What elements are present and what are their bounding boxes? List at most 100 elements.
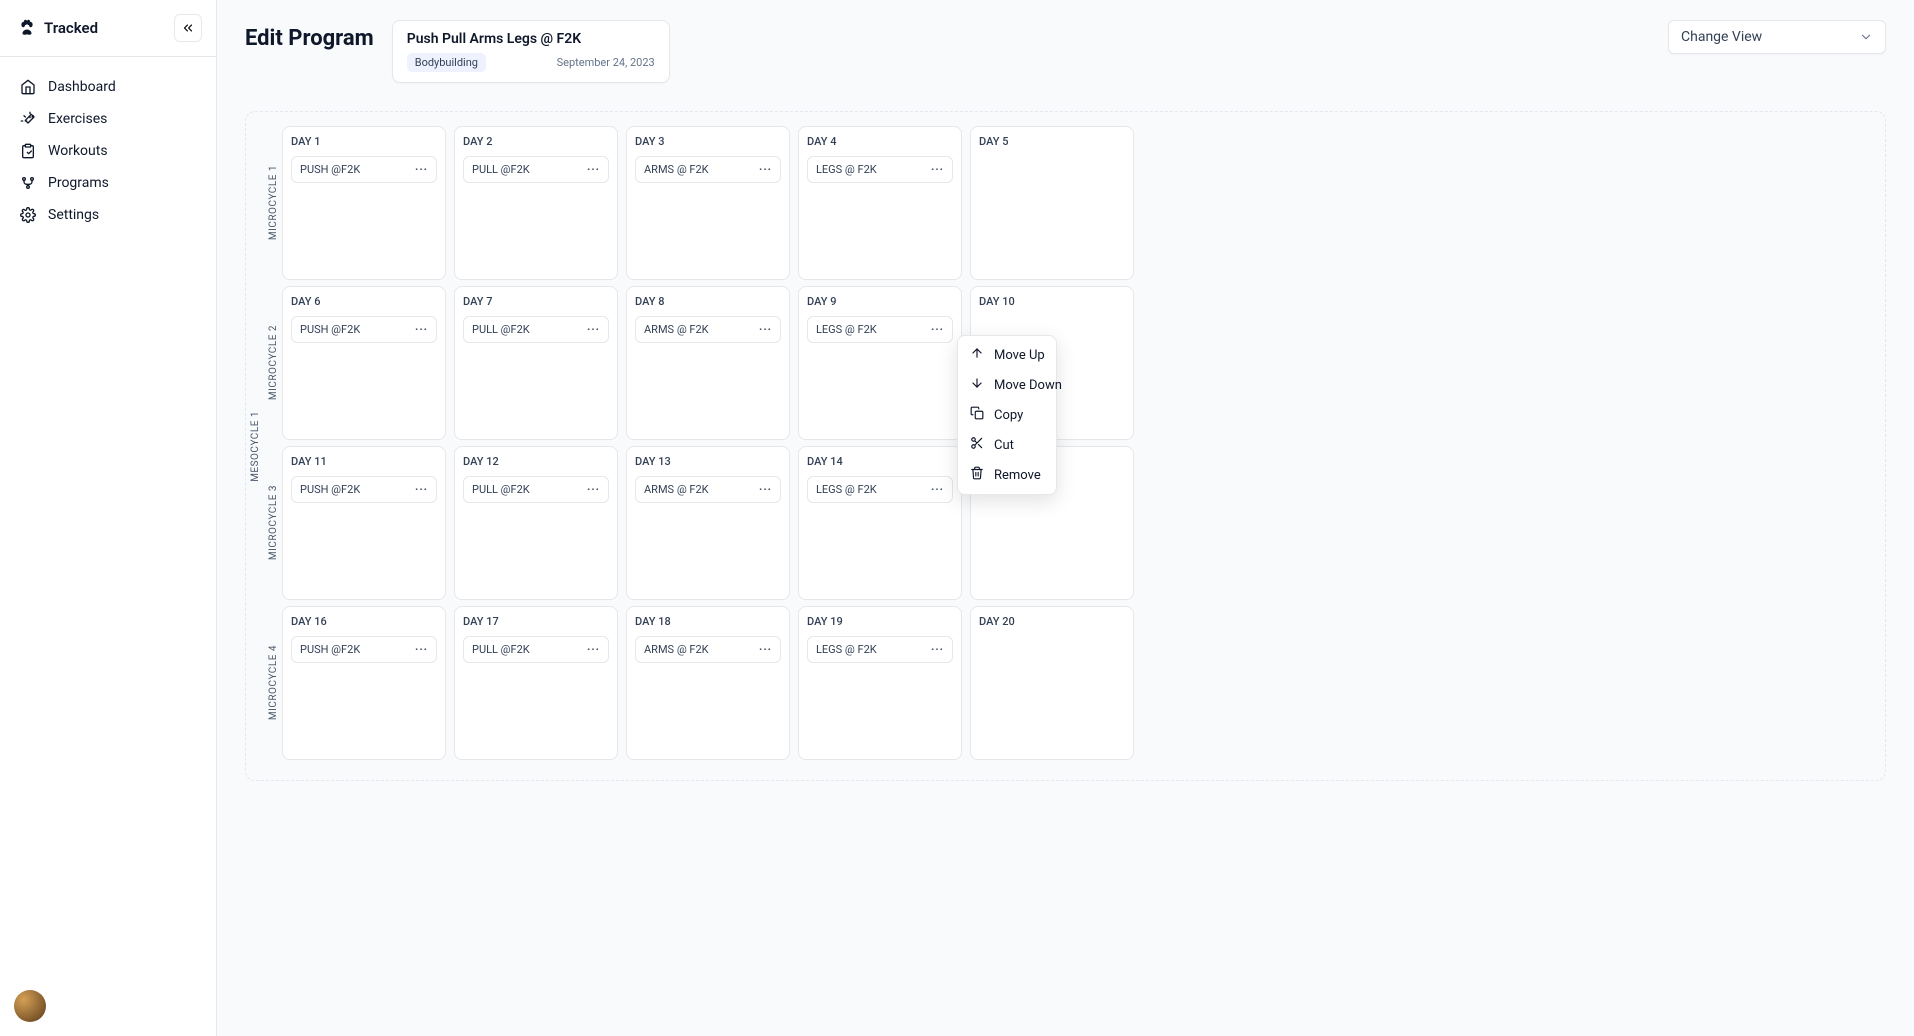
context-menu-item[interactable]: Copy [958,400,1056,430]
more-icon[interactable]: ··· [931,323,944,336]
day-card[interactable]: DAY 20 [970,606,1134,760]
more-icon[interactable]: ··· [759,323,772,336]
day-card[interactable]: DAY 8ARMS @ F2K··· [626,286,790,440]
arrow-down-icon [970,376,984,394]
days-wrap: DAY 6PUSH @F2K···DAY 7PULL @F2K···DAY 8A… [282,286,1134,440]
more-icon[interactable]: ··· [587,483,600,496]
more-icon[interactable]: ··· [759,483,772,496]
day-card[interactable]: DAY 18ARMS @ F2K··· [626,606,790,760]
more-icon[interactable]: ··· [931,483,944,496]
workout-chip[interactable]: PULL @F2K··· [463,316,609,343]
day-card[interactable]: DAY 12PULL @F2K··· [454,446,618,600]
nav-label: Dashboard [48,79,116,95]
workout-chip[interactable]: PUSH @F2K ··· [291,156,437,183]
day-card[interactable]: DAY 14LEGS @ F2K··· [798,446,962,600]
context-menu-item[interactable]: Remove [958,460,1056,490]
program-card[interactable]: Push Pull Arms Legs @ F2K Bodybuilding S… [392,20,670,83]
more-icon[interactable]: ··· [759,643,772,656]
clipboard-icon [20,143,36,159]
workout-chip[interactable]: ARMS @ F2K··· [635,636,781,663]
days-wrap: DAY 16PUSH @F2K···DAY 17PULL @F2K···DAY … [282,606,1134,760]
copy-icon [970,406,984,424]
paw-icon [18,19,36,37]
program-title: Push Pull Arms Legs @ F2K [407,31,655,47]
program-grid: MESOCYCLE 1 MICROCYCLE 1DAY 1PUSH @F2K··… [245,111,1886,781]
more-icon[interactable]: ··· [759,163,772,176]
more-icon[interactable]: ··· [415,163,428,176]
context-menu-item[interactable]: Cut [958,430,1056,460]
day-card[interactable]: DAY 17PULL @F2K··· [454,606,618,760]
workout-label: LEGS @ F2K [816,323,877,336]
workout-chip[interactable]: PUSH @F2K ··· [291,636,437,663]
context-menu-label: Cut [994,438,1014,453]
workout-chip[interactable]: LEGS @ F2K ··· [807,316,953,343]
view-select[interactable]: Change View [1668,20,1886,54]
more-icon[interactable]: ··· [931,643,944,656]
workout-label: PUSH @F2K [300,643,360,656]
more-icon[interactable]: ··· [415,483,428,496]
day-title: DAY 10 [979,295,1125,308]
day-title: DAY 13 [635,455,781,468]
chevrons-left-icon [181,21,195,35]
day-card[interactable]: DAY 9LEGS @ F2K···Move UpMove DownCopyCu… [798,286,962,440]
day-card[interactable]: DAY 16PUSH @F2K··· [282,606,446,760]
day-card[interactable]: DAY 2PULL @F2K··· [454,126,618,280]
workout-label: ARMS @ F2K [644,163,709,176]
day-card[interactable]: DAY 19LEGS @ F2K··· [798,606,962,760]
workout-chip[interactable]: LEGS @ F2K··· [807,156,953,183]
context-menu-label: Move Down [994,378,1062,393]
nav-item-exercises[interactable]: Exercises [10,103,206,135]
day-card[interactable]: DAY 5 [970,126,1134,280]
workout-chip[interactable]: PULL @F2K ··· [463,156,609,183]
day-card[interactable]: DAY 7 PULL @F2K··· [454,286,618,440]
microcycle-label: MICROCYCLE 4 [264,606,282,760]
workout-label: LEGS @ F2K [816,483,877,496]
brand[interactable]: Tracked [18,19,98,37]
more-icon[interactable]: ··· [587,163,600,176]
day-card[interactable]: DAY 6PUSH @F2K··· [282,286,446,440]
context-menu-label: Remove [994,468,1041,483]
day-title: DAY 1 [291,135,437,148]
sidebar: Tracked Dashboard Exercises Workouts Pro… [0,0,217,1036]
more-icon[interactable]: ··· [415,323,428,336]
day-card[interactable]: DAY 11PUSH @F2K··· [282,446,446,600]
avatar-wrap [0,976,216,1036]
workout-chip[interactable]: PUSH @F2K··· [291,316,437,343]
day-card[interactable]: DAY 13 ARMS @ F2K··· [626,446,790,600]
context-menu-item[interactable]: Move Down [958,370,1056,400]
program-meta: Bodybuilding September 24, 2023 [407,53,655,72]
workout-chip[interactable]: PULL @F2K ··· [463,476,609,503]
workout-chip[interactable]: PUSH @F2K··· [291,476,437,503]
context-menu-label: Move Up [994,348,1045,363]
workout-chip[interactable]: ARMS @ F2K ··· [635,156,781,183]
nav-item-dashboard[interactable]: Dashboard [10,71,206,103]
more-icon[interactable]: ··· [415,643,428,656]
microcycle-label: MICROCYCLE 3 [264,446,282,600]
day-card[interactable]: DAY 3ARMS @ F2K··· [626,126,790,280]
avatar[interactable] [14,990,46,1022]
nav-item-workouts[interactable]: Workouts [10,135,206,167]
workout-label: PULL @F2K [472,163,530,176]
nav-item-programs[interactable]: Programs [10,167,206,199]
context-menu-item[interactable]: Move Up [958,340,1056,370]
day-card[interactable]: DAY 1 PUSH @F2K ··· [282,126,446,280]
more-icon[interactable]: ··· [587,643,600,656]
workout-label: ARMS @ F2K [644,323,709,336]
workout-chip[interactable]: PULL @F2K··· [463,636,609,663]
workout-chip[interactable]: LEGS @ F2K ··· [807,476,953,503]
workout-label: PULL @F2K [472,483,530,496]
collapse-sidebar-button[interactable] [174,14,202,42]
workout-chip[interactable]: ARMS @ F2K··· [635,476,781,503]
nav-item-settings[interactable]: Settings [10,199,206,231]
workout-chip[interactable]: ARMS @ F2K ··· [635,316,781,343]
day-title: DAY 7 [463,295,609,308]
wand-icon [20,111,36,127]
workout-chip[interactable]: LEGS @ F2K··· [807,636,953,663]
git-branch-icon [20,175,36,191]
more-icon[interactable]: ··· [931,163,944,176]
cut-icon [970,436,984,454]
nav-label: Exercises [48,111,107,127]
workout-label: PUSH @F2K [300,163,360,176]
more-icon[interactable]: ··· [587,323,600,336]
day-card[interactable]: DAY 4LEGS @ F2K··· [798,126,962,280]
